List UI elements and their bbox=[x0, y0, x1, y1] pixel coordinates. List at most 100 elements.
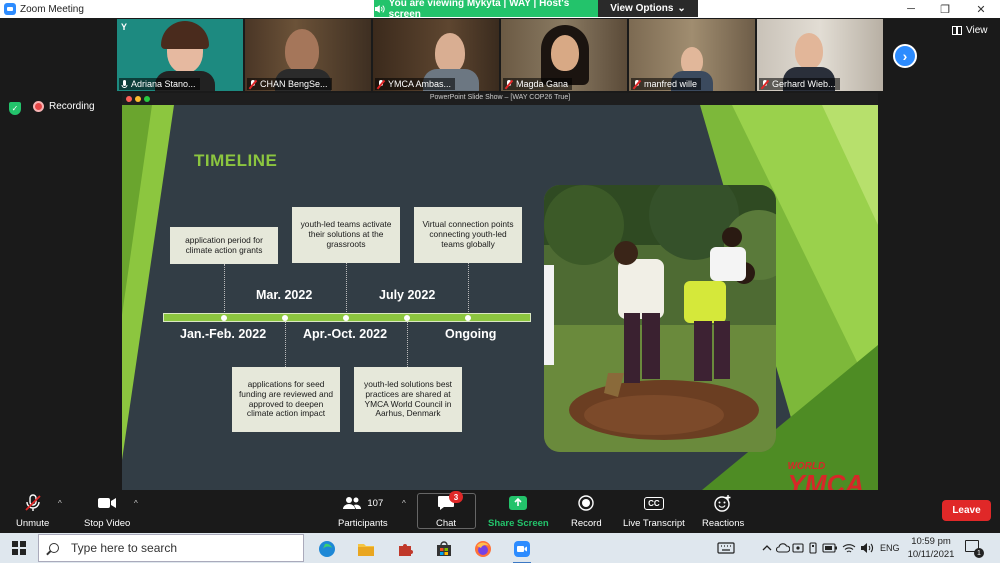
leave-button[interactable]: Leave bbox=[942, 500, 991, 521]
window-title: Zoom Meeting bbox=[20, 3, 84, 15]
timeline-date: Apr.-Oct. 2022 bbox=[303, 327, 388, 341]
closed-caption-icon: CC bbox=[644, 496, 664, 510]
record-dot-icon bbox=[33, 101, 44, 112]
timeline-date: July 2022 bbox=[379, 288, 436, 302]
timeline-date: Mar. 2022 bbox=[256, 288, 313, 302]
participant-tile[interactable]: YMCA Ambas... bbox=[373, 19, 499, 91]
timeline-point bbox=[221, 315, 227, 321]
live-transcript-label: Live Transcript bbox=[623, 518, 685, 529]
timeline-point bbox=[282, 315, 288, 321]
clock-date: 10/11/2021 bbox=[907, 548, 955, 560]
timeline-box: Virtual connection points connecting you… bbox=[414, 207, 522, 263]
recording-indicator[interactable]: Recording bbox=[33, 101, 95, 112]
mic-icon bbox=[121, 79, 128, 88]
record-button[interactable]: Record bbox=[571, 494, 602, 529]
chevron-right-icon: › bbox=[902, 48, 908, 64]
view-label: View bbox=[966, 25, 988, 36]
tree-planting-photo bbox=[544, 185, 776, 452]
mic-muted-icon bbox=[377, 79, 385, 89]
participant-tile[interactable]: manfred wille bbox=[629, 19, 755, 91]
timeline-point bbox=[465, 315, 471, 321]
taskbar-clock[interactable]: 10:59 pm 10/11/2021 bbox=[904, 536, 958, 562]
wifi-icon[interactable] bbox=[842, 533, 856, 563]
zoom-taskbar-icon[interactable] bbox=[511, 538, 533, 563]
unmute-label: Unmute bbox=[16, 518, 50, 529]
windows-taskbar: ENG 10:59 pm 10/11/2021 1 bbox=[0, 533, 1000, 563]
search-input[interactable] bbox=[71, 541, 291, 555]
tray-area bbox=[717, 533, 735, 563]
smiley-icon bbox=[714, 495, 731, 512]
view-button[interactable]: View bbox=[952, 25, 988, 36]
keyboard-icon[interactable] bbox=[717, 542, 735, 554]
timeline-box: youth-led teams activate their solutions… bbox=[292, 207, 400, 263]
slide-window-title: PowerPoint Slide Show – [WAY COP26 True] bbox=[429, 94, 571, 101]
video-camera-icon bbox=[98, 498, 117, 508]
view-options-label: View Options bbox=[610, 3, 674, 14]
usb-drive-icon[interactable] bbox=[808, 533, 818, 563]
participants-button[interactable]: 107 Participants bbox=[338, 494, 388, 529]
participants-label: Participants bbox=[338, 518, 388, 529]
shared-screen: PowerPoint Slide Show – [WAY COP26 True]… bbox=[122, 93, 878, 490]
slide: TIMELINE application period for climate … bbox=[122, 105, 878, 490]
participant-name-tag: YMCA Ambas... bbox=[375, 78, 456, 90]
chevron-up-icon[interactable] bbox=[762, 533, 772, 563]
language-indicator[interactable]: ENG bbox=[880, 533, 900, 563]
reactions-button[interactable]: Reactions bbox=[702, 494, 744, 529]
reactions-label: Reactions bbox=[702, 518, 745, 529]
microsoft-store-icon[interactable] bbox=[433, 538, 455, 560]
ymca-brand: WORLD YMCA bbox=[787, 461, 864, 490]
participant-name-tag: manfred wille bbox=[631, 78, 702, 90]
chevron-up-icon[interactable]: ^ bbox=[58, 499, 62, 508]
unmute-button[interactable]: Unmute bbox=[16, 494, 49, 529]
zoom-meeting-screen: Zoom Meeting You are viewing Mykyta | WA… bbox=[0, 0, 1000, 563]
windows-start-icon[interactable] bbox=[12, 541, 26, 555]
participant-tile[interactable]: Gerhard Wieb... bbox=[757, 19, 883, 91]
timeline-box: youth-led solutions best practices are s… bbox=[354, 367, 462, 432]
chat-label: Chat bbox=[436, 518, 457, 529]
taskbar-search[interactable] bbox=[38, 534, 304, 562]
firefox-icon[interactable] bbox=[472, 538, 494, 560]
stop-video-button[interactable]: Stop Video bbox=[84, 494, 130, 529]
timeline-box: applications for seed funding are review… bbox=[232, 367, 340, 432]
minimize-button[interactable]: ─ bbox=[894, 0, 928, 18]
chevron-up-icon[interactable]: ^ bbox=[134, 499, 138, 508]
share-screen-label: Share Screen bbox=[488, 518, 549, 529]
onedrive-icon[interactable] bbox=[776, 533, 790, 563]
maximize-button[interactable]: ❐ bbox=[928, 0, 962, 18]
grid-view-icon bbox=[952, 26, 962, 35]
mic-muted-icon bbox=[505, 79, 513, 89]
view-options-button[interactable]: View Options ⌄ bbox=[598, 0, 698, 17]
participant-tile[interactable]: CHAN BengSe... bbox=[245, 19, 371, 91]
battery-icon[interactable] bbox=[822, 533, 838, 563]
volume-icon[interactable] bbox=[860, 533, 874, 563]
close-button[interactable]: ✕ bbox=[964, 0, 998, 18]
zoom-app-icon bbox=[4, 3, 16, 15]
participant-name-tag: Magda Gana bbox=[503, 78, 573, 90]
recording-label: Recording bbox=[49, 101, 95, 112]
participant-name-tag: CHAN BengSe... bbox=[247, 78, 332, 90]
chevron-up-icon[interactable]: ^ bbox=[402, 499, 406, 508]
participant-name-tag: Gerhard Wieb... bbox=[759, 78, 840, 90]
speaker-icon bbox=[374, 4, 385, 13]
chevron-down-icon: ⌄ bbox=[677, 3, 686, 14]
participant-tile[interactable]: Y Adriana Stano... bbox=[117, 19, 243, 91]
edge-browser-icon[interactable] bbox=[316, 538, 338, 560]
slide-window-titlebar: PowerPoint Slide Show – [WAY COP26 True] bbox=[122, 93, 878, 105]
record-icon bbox=[578, 495, 595, 511]
puzzle-app-icon[interactable] bbox=[394, 538, 416, 560]
security-shield-icon[interactable]: ✓ bbox=[9, 102, 21, 115]
next-page-button[interactable]: › bbox=[893, 44, 917, 68]
live-transcript-button[interactable]: CC Live Transcript bbox=[623, 494, 685, 529]
ymca-logo: Y bbox=[121, 22, 128, 32]
share-screen-icon bbox=[509, 496, 528, 510]
share-screen-button[interactable]: Share Screen bbox=[488, 494, 549, 529]
participant-tile[interactable]: Magda Gana bbox=[501, 19, 627, 91]
file-explorer-icon[interactable] bbox=[355, 538, 377, 560]
meet-now-icon[interactable] bbox=[792, 533, 804, 563]
viewing-banner: You are viewing Mykyta | WAY | Host's sc… bbox=[374, 0, 598, 20]
mic-muted-icon bbox=[761, 79, 769, 89]
participants-icon bbox=[343, 497, 362, 509]
timeline-date: Jan.-Feb. 2022 bbox=[180, 327, 267, 341]
slide-heading: TIMELINE bbox=[194, 151, 278, 170]
mic-muted-icon bbox=[24, 494, 41, 511]
